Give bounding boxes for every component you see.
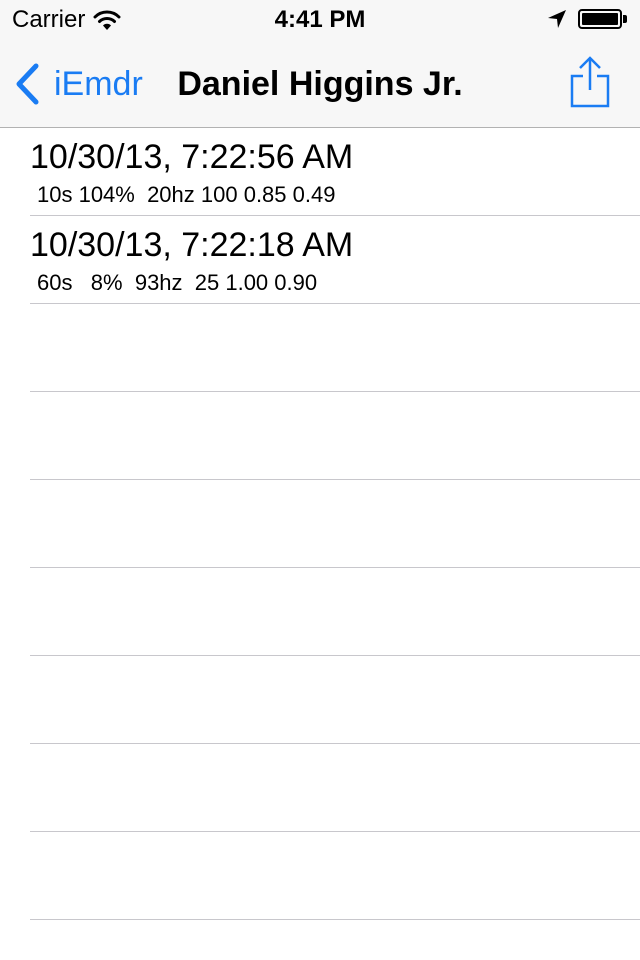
- battery-fill: [582, 13, 618, 25]
- empty-row: [0, 304, 640, 392]
- session-timestamp: 10/30/13, 7:22:56 AM: [30, 138, 354, 176]
- empty-row: [0, 480, 640, 568]
- empty-row: [0, 392, 640, 480]
- session-list: 10/30/13, 7:22:56 AM 10s 104% 20hz 100 0…: [0, 128, 640, 920]
- session-row[interactable]: 10/30/13, 7:22:18 AM 60s 8% 93hz 25 1.00…: [0, 216, 640, 304]
- session-detail: 10s 104% 20hz 100 0.85 0.49: [37, 182, 336, 207]
- top-bar: Carrier 4:41 PM iEmdr Daniel Higgins Jr.: [0, 0, 640, 128]
- location-arrow-icon: [548, 10, 566, 28]
- status-bar: Carrier 4:41 PM: [0, 0, 640, 40]
- empty-row: [0, 568, 640, 656]
- status-right: [546, 8, 628, 30]
- session-timestamp: 10/30/13, 7:22:18 AM: [30, 226, 354, 264]
- battery-icon: [578, 8, 628, 30]
- empty-row: [0, 744, 640, 832]
- page-title: Daniel Higgins Jr.: [177, 65, 463, 103]
- status-time: 4:41 PM: [274, 6, 366, 33]
- empty-row: [0, 656, 640, 744]
- share-icon[interactable]: [568, 56, 612, 110]
- navigation-bar: iEmdr Daniel Higgins Jr.: [0, 40, 640, 128]
- battery-body: [578, 9, 622, 29]
- session-row[interactable]: 10/30/13, 7:22:56 AM 10s 104% 20hz 100 0…: [0, 128, 640, 216]
- battery-tip: [623, 15, 627, 23]
- empty-row: [0, 832, 640, 920]
- session-detail: 60s 8% 93hz 25 1.00 0.90: [37, 270, 318, 295]
